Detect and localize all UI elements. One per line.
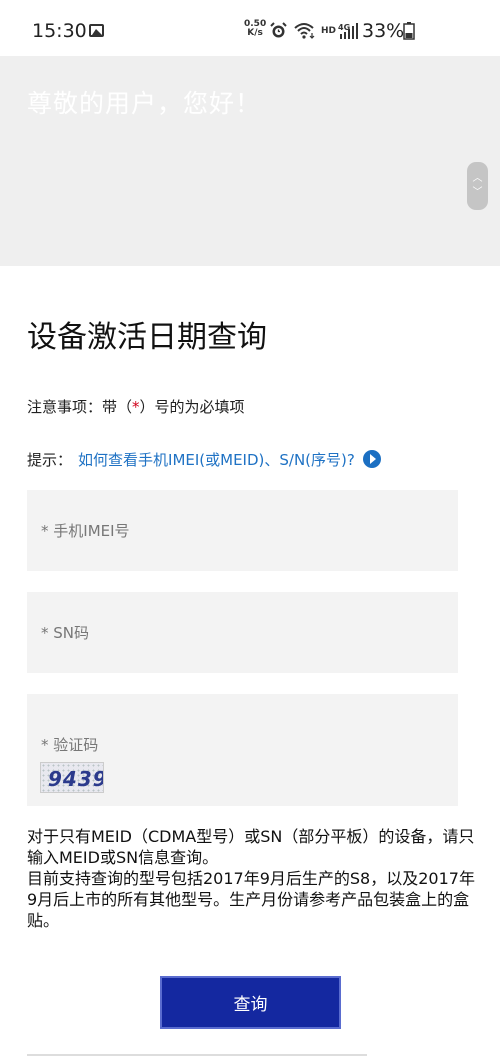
gallery-icon (89, 24, 104, 37)
battery-icon (403, 22, 415, 40)
net-speed-unit: K/s (247, 28, 263, 38)
net-speed-indicator: 0.50 K/s (244, 20, 266, 38)
info-line-models: 目前支持查询的型号包括2017年9月后生产的S8，以及2017年9月后上市的所有… (27, 869, 475, 930)
sn-field-container (27, 592, 458, 673)
hero-banner: 尊敬的用户，您好！ ︿ ﹀ (0, 56, 500, 266)
hint-row: 提示： 如何查看手机IMEI(或MEID)、S/N(序号)? (27, 449, 381, 470)
captcha-code: 9439 (48, 767, 104, 791)
info-text: 对于只有MEID（CDMA型号）或SN（部分平板）的设备，请只输入MEID或SN… (27, 826, 479, 931)
query-button[interactable]: 查询 (160, 976, 341, 1029)
hint-label: 提示： (27, 451, 73, 469)
sn-input[interactable] (27, 592, 458, 673)
info-line-meid: 对于只有MEID（CDMA型号）或SN（部分平板）的设备，请只输入MEID或SN… (27, 827, 475, 867)
hd-label: HD (321, 26, 337, 36)
alarm-icon (270, 22, 287, 38)
play-icon[interactable] (362, 450, 381, 468)
captcha-label: * 验证码 (41, 736, 99, 754)
signal-icon: 4G (338, 23, 358, 39)
captcha-image[interactable]: 9439 (40, 762, 104, 793)
status-time: 15:30 (32, 20, 87, 42)
scroll-up-icon[interactable]: ︿ (467, 174, 488, 184)
required-notice: 注意事项：带（*）号的为必填项 (27, 396, 245, 417)
page-title: 设备激活日期查询 (27, 320, 267, 355)
greeting-text: 尊敬的用户，您好！ (27, 89, 262, 118)
notice-prefix: 注意事项：带（ (27, 398, 133, 416)
divider (27, 1054, 367, 1056)
imei-field-container (27, 490, 458, 571)
notice-suffix: ）号的为必填项 (139, 398, 245, 416)
imei-help-link[interactable]: 如何查看手机IMEI(或MEID)、S/N(序号)? (78, 451, 355, 469)
status-bar: 15:30 0.50 K/s HD 4G 33% (0, 0, 500, 56)
scroll-down-icon[interactable]: ﹀ (467, 188, 488, 198)
wifi-icon (294, 23, 315, 39)
captcha-field-container[interactable]: * 验证码 9439 (27, 694, 458, 806)
imei-input[interactable] (27, 490, 458, 571)
battery-percent: 33% (362, 20, 405, 42)
required-star: * (132, 398, 140, 416)
scroll-toggle-icon[interactable]: ︿ ﹀ (467, 162, 488, 210)
